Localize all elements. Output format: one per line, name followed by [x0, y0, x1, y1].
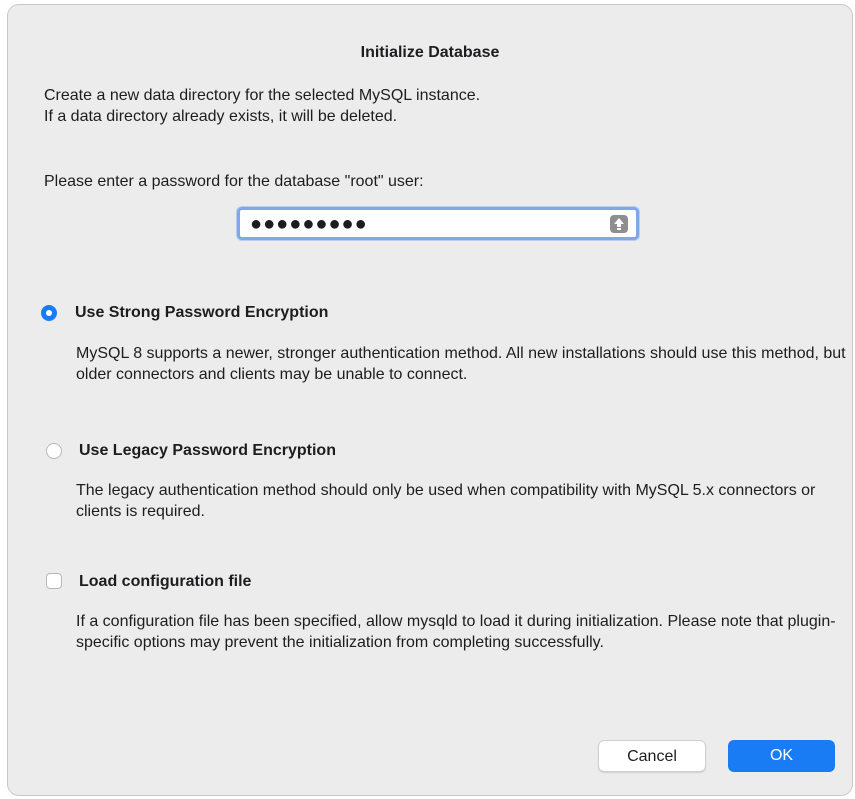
dialog-title: Initialize Database [360, 44, 500, 61]
ok-button[interactable]: OK [728, 740, 835, 772]
initialize-database-dialog: Initialize Database Create a new data di… [7, 4, 853, 796]
strong-encryption-description: MySQL 8 supports a newer, stronger authe… [76, 345, 846, 383]
legacy-encryption-radio[interactable] [46, 443, 62, 459]
intro-line-1: Create a new data directory for the sele… [44, 87, 481, 104]
load-config-label[interactable]: Load configuration file [79, 573, 251, 591]
legacy-encryption-label[interactable]: Use Legacy Password Encryption [79, 442, 336, 460]
strong-encryption-radio[interactable] [41, 305, 57, 321]
load-config-description: If a configuration file has been specifi… [76, 613, 836, 651]
password-field[interactable]: ●●●●●●●●● [237, 207, 639, 240]
cancel-button[interactable]: Cancel [598, 740, 706, 772]
caps-lock-icon [610, 215, 628, 233]
password-prompt: Please enter a password for the database… [44, 173, 424, 190]
legacy-encryption-description: The legacy authentication method should … [76, 482, 816, 520]
intro-text: Create a new data directory for the sele… [44, 85, 804, 127]
load-config-checkbox[interactable] [46, 573, 62, 589]
password-value: ●●●●●●●●● [250, 213, 368, 235]
intro-line-2: If a data directory already exists, it w… [44, 108, 398, 125]
strong-encryption-label[interactable]: Use Strong Password Encryption [75, 304, 328, 322]
